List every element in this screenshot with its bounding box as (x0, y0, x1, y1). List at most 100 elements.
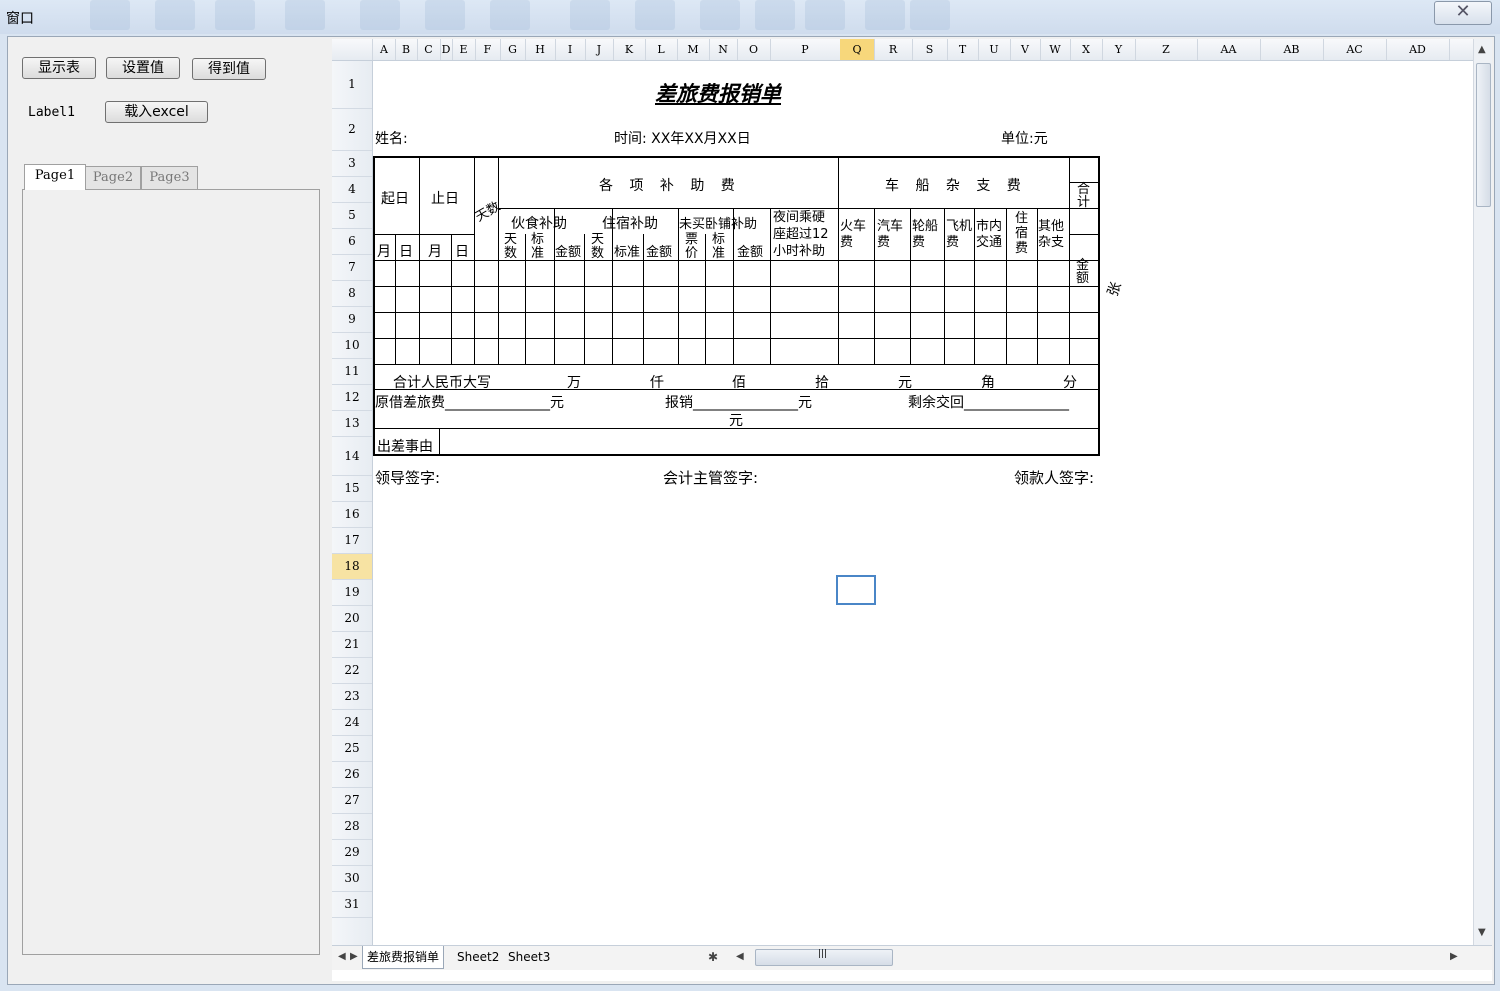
vertical-scroll-thumb[interactable] (1476, 63, 1491, 207)
column-header-n[interactable]: N (709, 39, 738, 60)
vertical-scrollbar[interactable]: ▲ ▼ (1473, 39, 1492, 945)
row-header-24[interactable]: 24 (332, 710, 372, 736)
row-header-20[interactable]: 20 (332, 606, 372, 632)
row-header-21[interactable]: 21 (332, 632, 372, 658)
sheet-grid[interactable]: 差旅费报销单 姓名: 时间: XX年XX月XX日 单位:元 起日 止日 天数 各… (373, 61, 1474, 945)
row-header-11[interactable]: 11 (332, 359, 372, 385)
row-header-25[interactable]: 25 (332, 736, 372, 762)
lodging-subsidy-header: 住宿补助 (602, 216, 658, 232)
new-sheet-icon[interactable]: ✱ (708, 950, 718, 964)
column-header-o[interactable]: O (737, 39, 771, 60)
close-button[interactable]: ✕ (1434, 1, 1492, 25)
column-header-q[interactable]: Q (840, 39, 875, 60)
column-header-u[interactable]: U (978, 39, 1011, 60)
attachment-unit: 张 (1105, 280, 1125, 299)
row-header-28[interactable]: 28 (332, 814, 372, 840)
row-header-17[interactable]: 17 (332, 528, 372, 554)
row-header-18[interactable]: 18 (332, 554, 372, 580)
column-header-g[interactable]: G (500, 39, 526, 60)
column-header-x[interactable]: X (1070, 39, 1103, 60)
hscroll-right-icon[interactable]: ▶ (1450, 951, 1458, 962)
row-header-8[interactable]: 8 (332, 281, 372, 307)
table-border (373, 156, 1100, 158)
end-day-header: 止日 (431, 191, 459, 207)
column-header-s[interactable]: S (912, 39, 948, 60)
row-header-30[interactable]: 30 (332, 866, 372, 892)
sleeper-subsidy-header: 未买卧铺补助 (679, 217, 758, 232)
sleeper-amount-header: 金额 (737, 245, 764, 260)
row-header-16[interactable]: 16 (332, 502, 372, 528)
load-excel-button[interactable]: 载入excel (105, 101, 208, 123)
column-header-j[interactable]: J (585, 39, 614, 60)
scroll-up-icon[interactable]: ▲ (1478, 44, 1486, 55)
column-header-r[interactable]: R (874, 39, 913, 60)
row-header-14[interactable]: 14 (332, 437, 372, 476)
row-header-1[interactable]: 1 (332, 61, 372, 109)
horizontal-scroll-thumb[interactable]: ||| (755, 949, 893, 966)
tab-page3[interactable]: Page3 (141, 166, 198, 189)
row-header-7[interactable]: 7 (332, 255, 372, 281)
row-header-22[interactable]: 22 (332, 658, 372, 684)
column-header-ad[interactable]: AD (1386, 39, 1450, 60)
tab-page2[interactable]: Page2 (85, 166, 141, 189)
column-header-b[interactable]: B (395, 39, 418, 60)
hscroll-left-icon[interactable]: ◀ (736, 951, 744, 962)
grid-line (395, 234, 396, 364)
column-header-h[interactable]: H (525, 39, 556, 60)
column-header-y[interactable]: Y (1102, 39, 1136, 60)
ticket-price-header: 票价 (685, 232, 699, 261)
column-header-f[interactable]: F (475, 39, 501, 60)
row-header-27[interactable]: 27 (332, 788, 372, 814)
sheet-tab-travel-expense[interactable]: 差旅费报销单 (362, 946, 445, 969)
sheet-prev-icon[interactable]: ◀ (338, 951, 346, 962)
column-header-ac[interactable]: AC (1323, 39, 1387, 60)
sheet-tab-sheet2[interactable]: Sheet2 (453, 946, 503, 968)
column-header-i[interactable]: I (555, 39, 586, 60)
select-all-corner[interactable] (332, 39, 373, 60)
column-header-k[interactable]: K (613, 39, 646, 60)
qian-unit: 仟 (650, 375, 664, 391)
column-header-l[interactable]: L (645, 39, 678, 60)
row-header-12[interactable]: 12 (332, 385, 372, 411)
column-header-ab[interactable]: AB (1260, 39, 1324, 60)
column-header-z[interactable]: Z (1135, 39, 1198, 60)
row-header-31[interactable]: 31 (332, 892, 372, 918)
row-header-4[interactable]: 4 (332, 177, 372, 203)
row-header-19[interactable]: 19 (332, 580, 372, 606)
hotel-fee-header: 住宿费 (1015, 211, 1029, 256)
row-header-29[interactable]: 29 (332, 840, 372, 866)
cell-selection[interactable] (836, 575, 876, 605)
row-header-2[interactable]: 2 (332, 109, 372, 151)
show-table-button[interactable]: 显示表 (22, 57, 96, 79)
column-header-p[interactable]: P (770, 39, 841, 60)
tab-page1[interactable]: Page1 (24, 164, 86, 190)
row-header-9[interactable]: 9 (332, 307, 372, 333)
column-header-t[interactable]: T (947, 39, 979, 60)
row-header-10[interactable]: 10 (332, 333, 372, 359)
column-header-c[interactable]: C (417, 39, 441, 60)
sheet-tab-sheet3[interactable]: Sheet3 (504, 946, 554, 968)
row-header-3[interactable]: 3 (332, 151, 372, 177)
get-value-button[interactable]: 得到值 (192, 58, 266, 80)
scroll-down-icon[interactable]: ▼ (1478, 927, 1486, 938)
row-header-6[interactable]: 6 (332, 229, 372, 255)
grid-line (373, 312, 1100, 313)
column-header-w[interactable]: W (1040, 39, 1071, 60)
name-label: 姓名: (375, 131, 408, 147)
meal-days-header: 天数 (504, 232, 518, 261)
column-header-v[interactable]: V (1010, 39, 1041, 60)
column-header-m[interactable]: M (677, 39, 710, 60)
set-value-button[interactable]: 设置值 (106, 57, 180, 79)
row-header-26[interactable]: 26 (332, 762, 372, 788)
spreadsheet[interactable]: A B C D E F G H I J K L M N O P Q R S T U V W X Y Z AA AB AC AD 12345… (332, 39, 1492, 981)
sheet-next-icon[interactable]: ▶ (350, 951, 358, 962)
row-header-15[interactable]: 15 (332, 476, 372, 502)
grid-line (770, 208, 771, 364)
row-header-5[interactable]: 5 (332, 203, 372, 229)
bai-unit: 佰 (732, 375, 746, 391)
column-header-e[interactable]: E (452, 39, 476, 60)
row-header-13[interactable]: 13 (332, 411, 372, 437)
column-header-a[interactable]: A (373, 39, 396, 60)
column-header-aa[interactable]: AA (1197, 39, 1261, 60)
row-header-23[interactable]: 23 (332, 684, 372, 710)
